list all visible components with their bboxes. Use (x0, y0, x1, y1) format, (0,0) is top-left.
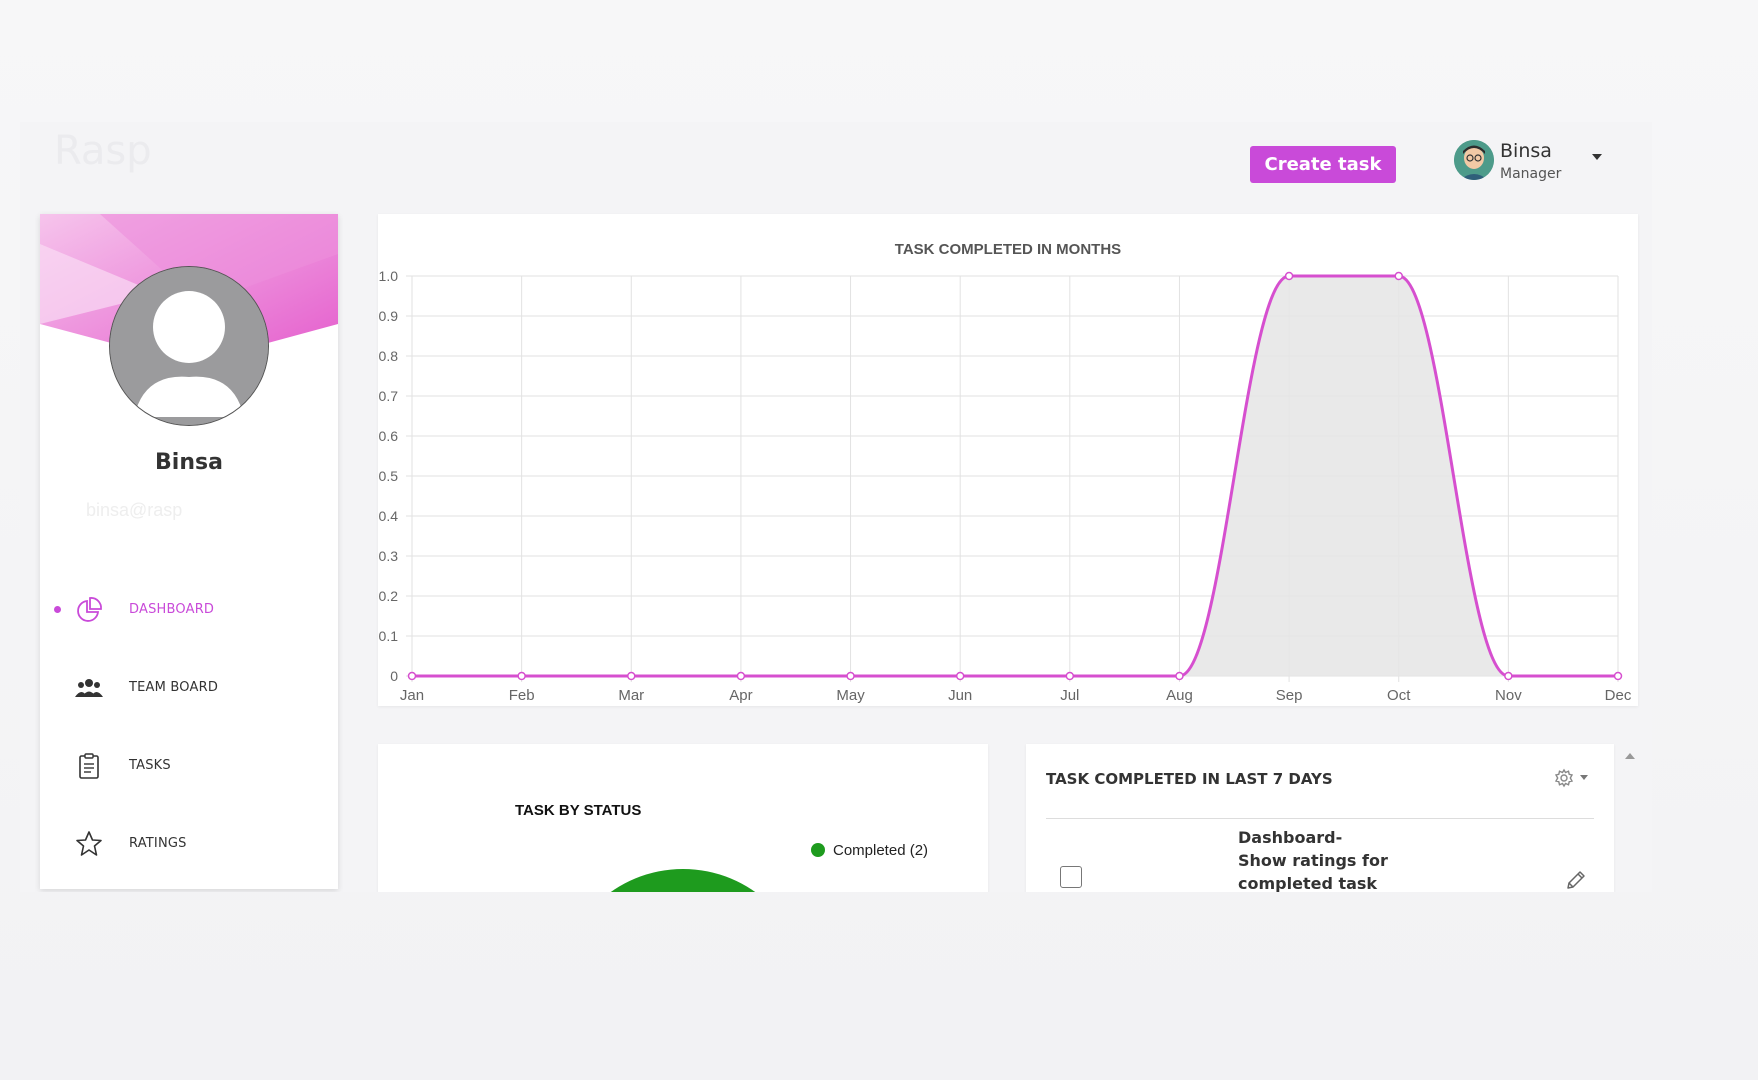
data-point[interactable] (1175, 671, 1184, 681)
sidebar-item-label: DASHBOARD (129, 602, 215, 617)
monthly-completion-chart-card: TASK COMPLETED IN MONTHS 0 0.1 0.2 0.3 0.4 0.5… (378, 214, 1638, 706)
clipboard-icon (79, 753, 99, 779)
sidebar-item-team-board[interactable]: TEAM BOARD (40, 662, 338, 712)
data-point[interactable] (1284, 271, 1294, 281)
pencil-icon[interactable] (1564, 868, 1588, 892)
pie-chart-title: TASK BY STATUS (515, 802, 642, 819)
x-tick-label: Jun (948, 687, 972, 704)
x-tick-label: Feb (509, 687, 535, 704)
active-indicator (54, 606, 61, 613)
sidebar-item-label: TEAM BOARD (129, 680, 219, 695)
user-avatar (1454, 140, 1494, 180)
x-tick-label: May (836, 687, 865, 704)
y-tick-label: 0.6 (379, 428, 399, 444)
x-tick-label: Nov (1495, 687, 1522, 704)
brand-logo: Rasp (54, 128, 152, 174)
user-role: Manager (1500, 166, 1562, 182)
user-menu[interactable]: Binsa Manager (1454, 138, 1614, 186)
y-tick-label: 1.0 (379, 268, 399, 284)
y-tick-label: 0.5 (379, 468, 399, 484)
recent-tasks-card: TASK COMPLETED IN LAST 7 DAYS Dashboard-… (1026, 744, 1614, 892)
x-tick-label: Oct (1387, 687, 1411, 704)
pie-slice-completed[interactable] (558, 869, 808, 892)
app-frame: Rasp Create task Binsa Manager Binsa bin… (20, 122, 1652, 892)
gear-icon[interactable] (1552, 766, 1592, 790)
pie-chart-icon (77, 597, 102, 622)
monthly-completion-chart: TASK COMPLETED IN MONTHS 0 0.1 0.2 0.3 0.4 0.5… (379, 241, 1632, 704)
y-tick-label: 0.7 (379, 388, 399, 404)
task-checkbox[interactable] (1060, 866, 1082, 888)
x-tick-label: Jul (1060, 687, 1079, 704)
y-tick-label: 0 (390, 668, 398, 684)
x-tick-label: Dec (1605, 687, 1632, 704)
users-icon (75, 679, 103, 697)
sidebar-item-ratings[interactable]: RATINGS (40, 818, 338, 868)
profile-email: binsa@rasp (86, 500, 183, 520)
user-name: Binsa (1500, 140, 1552, 162)
profile-name: Binsa (155, 450, 223, 475)
data-point[interactable] (517, 671, 526, 681)
sidebar-item-tasks[interactable]: TASKS (40, 740, 338, 790)
data-point[interactable] (407, 671, 417, 681)
x-tick-label: Apr (729, 687, 752, 704)
data-point[interactable] (627, 671, 636, 681)
x-tick-label: Aug (1166, 687, 1193, 704)
chart-title: TASK COMPLETED IN MONTHS (895, 241, 1121, 258)
pie-legend-item[interactable]: Completed (2) (811, 842, 928, 859)
data-point[interactable] (1613, 671, 1623, 681)
create-task-button[interactable]: Create task (1250, 146, 1396, 183)
data-point[interactable] (1394, 271, 1403, 281)
sidebar-item-dashboard[interactable]: DASHBOARD (40, 584, 338, 634)
data-point[interactable] (846, 671, 855, 681)
data-point[interactable] (736, 671, 746, 681)
x-tick-label: Mar (618, 687, 644, 704)
y-tick-label: 0.9 (379, 308, 399, 324)
recent-tasks-title: TASK COMPLETED IN LAST 7 DAYS (1046, 770, 1333, 788)
x-tick-label: Jan (400, 687, 424, 704)
x-tick-label: Sep (1276, 687, 1303, 704)
task-title: Dashboard-Show ratings for completed tas… (1238, 828, 1388, 892)
sidebar-item-label: RATINGS (129, 836, 187, 851)
data-point[interactable] (1065, 671, 1075, 681)
scroll-up-arrow-icon[interactable] (1624, 750, 1636, 762)
divider (1046, 818, 1594, 819)
legend-label: Completed (2) (833, 842, 929, 859)
task-status-pie (558, 869, 808, 892)
profile-avatar (109, 266, 269, 426)
y-tick-label: 0.4 (379, 508, 399, 524)
task-status-card: TASK BY STATUS Completed (2) (378, 744, 988, 892)
y-tick-label: 0.3 (379, 548, 399, 564)
chevron-down-icon[interactable] (1592, 154, 1602, 160)
data-point[interactable] (1504, 671, 1513, 681)
y-tick-label: 0.2 (379, 588, 399, 604)
y-tick-label: 0.1 (379, 628, 399, 644)
y-tick-label: 0.8 (379, 348, 399, 364)
data-point[interactable] (955, 671, 965, 681)
star-icon (76, 831, 102, 856)
sidebar-item-label: TASKS (129, 758, 171, 773)
legend-swatch (811, 843, 825, 857)
sidebar: Binsa binsa@rasp DASHBOARD TEAM BOARD TA… (40, 214, 338, 889)
